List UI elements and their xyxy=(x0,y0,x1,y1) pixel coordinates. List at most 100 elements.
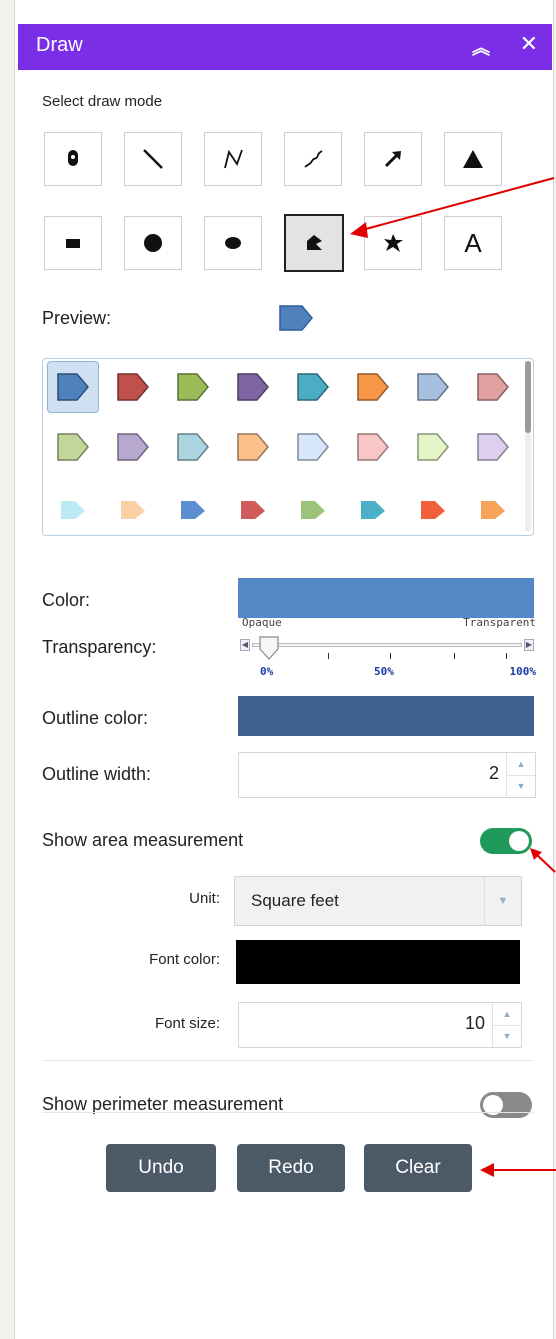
slider-right-label: Transparent xyxy=(463,616,536,629)
circle-mode-button[interactable] xyxy=(124,216,182,270)
symbol-swatch[interactable] xyxy=(167,481,219,533)
symbol-swatch[interactable] xyxy=(167,361,219,413)
slider-tick xyxy=(390,653,391,659)
undo-button[interactable]: Undo xyxy=(106,1144,216,1192)
outline-color-picker[interactable] xyxy=(238,696,534,736)
freehand-line-icon xyxy=(304,150,323,168)
ellipse-mode-button[interactable] xyxy=(204,216,262,270)
scrollbar-thumb[interactable] xyxy=(525,361,531,433)
outline-width-label: Outline width: xyxy=(42,764,152,784)
perimeter-measurement-toggle[interactable] xyxy=(480,1092,532,1118)
symbol-swatch[interactable] xyxy=(47,421,99,473)
symbol-swatch[interactable] xyxy=(167,421,219,473)
close-icon[interactable]: ✕ xyxy=(520,31,538,57)
area-measurement-toggle[interactable] xyxy=(480,828,532,854)
annotation-arrow xyxy=(350,177,555,238)
polygon-swatch-icon xyxy=(237,373,269,401)
transparency-slider[interactable]: Opaque Transparent ◀ ▶ 0% 50% 100% xyxy=(238,615,536,685)
symbol-swatch[interactable] xyxy=(347,361,399,413)
line-icon xyxy=(143,149,163,169)
polygon-swatch-icon xyxy=(417,433,449,461)
symbol-swatch[interactable] xyxy=(287,481,339,533)
triangle-icon xyxy=(463,150,483,168)
unit-select[interactable]: Square feet ▼ xyxy=(234,876,522,926)
polygon-swatch-icon xyxy=(297,433,329,461)
slider-tick xyxy=(506,653,507,659)
slider-tick-label: 0% xyxy=(260,665,274,678)
font-size-label: Font size: xyxy=(154,1015,220,1032)
spinner-arrows: ▲ ▼ xyxy=(506,753,535,797)
spinner-up-icon[interactable]: ▲ xyxy=(507,753,535,776)
slider-left-label: Opaque xyxy=(242,616,282,629)
spinner-down-icon[interactable]: ▼ xyxy=(507,775,535,797)
polygon-mode-button[interactable] xyxy=(284,214,344,272)
font-size-value: 10 xyxy=(464,1013,485,1033)
slider-tick xyxy=(328,653,329,659)
symbol-swatch[interactable] xyxy=(407,421,459,473)
polygon-swatch-icon xyxy=(361,501,385,519)
rectangle-mode-button[interactable] xyxy=(44,216,102,270)
panel-header: Draw ︽ ✕ xyxy=(18,24,552,70)
polygon-swatch-icon xyxy=(477,433,509,461)
spinner-up-icon[interactable]: ▲ xyxy=(493,1003,521,1026)
panel-title: Draw xyxy=(36,34,83,56)
spinner-down-icon[interactable]: ▼ xyxy=(493,1025,521,1047)
slider-decrement[interactable]: ◀ xyxy=(240,639,250,651)
font-color-label: Font color: xyxy=(149,951,220,968)
preview-label: Preview: xyxy=(42,308,112,328)
symbol-swatch[interactable] xyxy=(287,421,339,473)
symbol-swatch[interactable] xyxy=(407,481,459,533)
polygon-swatch-icon xyxy=(477,373,509,401)
symbol-swatch[interactable] xyxy=(287,361,339,413)
freehand-polyline-mode-button[interactable] xyxy=(284,132,342,186)
symbol-swatch[interactable] xyxy=(107,481,159,533)
symbol-swatch[interactable] xyxy=(107,361,159,413)
divider xyxy=(42,1112,534,1113)
font-size-spinner[interactable]: 10 ▲ ▼ xyxy=(238,1002,522,1048)
annotation-arrow xyxy=(530,848,556,873)
symbol-swatch[interactable] xyxy=(347,421,399,473)
symbol-swatch[interactable] xyxy=(227,361,279,413)
symbol-swatch[interactable] xyxy=(347,481,399,533)
polyline-icon xyxy=(224,149,243,169)
symbol-swatch[interactable] xyxy=(467,421,519,473)
outline-width-spinner[interactable]: 2 ▲ ▼ xyxy=(238,752,536,798)
polygon-swatch-icon xyxy=(177,373,209,401)
line-mode-button[interactable] xyxy=(124,132,182,186)
polygon-swatch-icon xyxy=(117,433,149,461)
gallery-scrollbar[interactable] xyxy=(525,361,531,531)
polygon-swatch-icon xyxy=(61,501,85,519)
clear-button[interactable]: Clear xyxy=(364,1144,472,1192)
arrow-icon xyxy=(384,151,401,168)
symbol-swatch[interactable] xyxy=(467,361,519,413)
font-color-picker[interactable] xyxy=(236,940,520,984)
polygon-swatch-icon xyxy=(181,501,205,519)
polygon-swatch-icon xyxy=(357,433,389,461)
symbol-swatch[interactable] xyxy=(107,421,159,473)
symbol-swatch[interactable] xyxy=(227,481,279,533)
symbol-swatch[interactable] xyxy=(467,481,519,533)
chevron-down-icon[interactable]: ▼ xyxy=(484,877,521,925)
symbol-gallery[interactable] xyxy=(42,358,534,536)
polygon-swatch-icon xyxy=(57,373,89,401)
draw-mode-label: Select draw mode xyxy=(42,93,163,110)
slider-track[interactable] xyxy=(252,643,522,647)
slider-increment[interactable]: ▶ xyxy=(524,639,534,651)
polygon-swatch-icon xyxy=(117,373,149,401)
symbol-swatch[interactable] xyxy=(407,361,459,413)
polygon-swatch-icon xyxy=(57,433,89,461)
polygon-swatch-icon xyxy=(421,501,445,519)
symbol-swatch[interactable] xyxy=(47,481,99,533)
fill-color-picker[interactable] xyxy=(238,578,534,618)
slider-tick xyxy=(454,653,455,659)
toggle-knob xyxy=(509,831,529,851)
unit-label: Unit: xyxy=(189,890,220,907)
slider-handle[interactable] xyxy=(258,635,280,661)
ellipse-icon xyxy=(225,237,241,249)
symbol-swatch[interactable] xyxy=(227,421,279,473)
double-chevron-up-icon[interactable]: ︽ xyxy=(472,34,490,60)
point-mode-button[interactable] xyxy=(44,132,102,186)
polyline-mode-button[interactable] xyxy=(204,132,262,186)
symbol-swatch[interactable] xyxy=(47,361,99,413)
redo-button[interactable]: Redo xyxy=(237,1144,345,1192)
